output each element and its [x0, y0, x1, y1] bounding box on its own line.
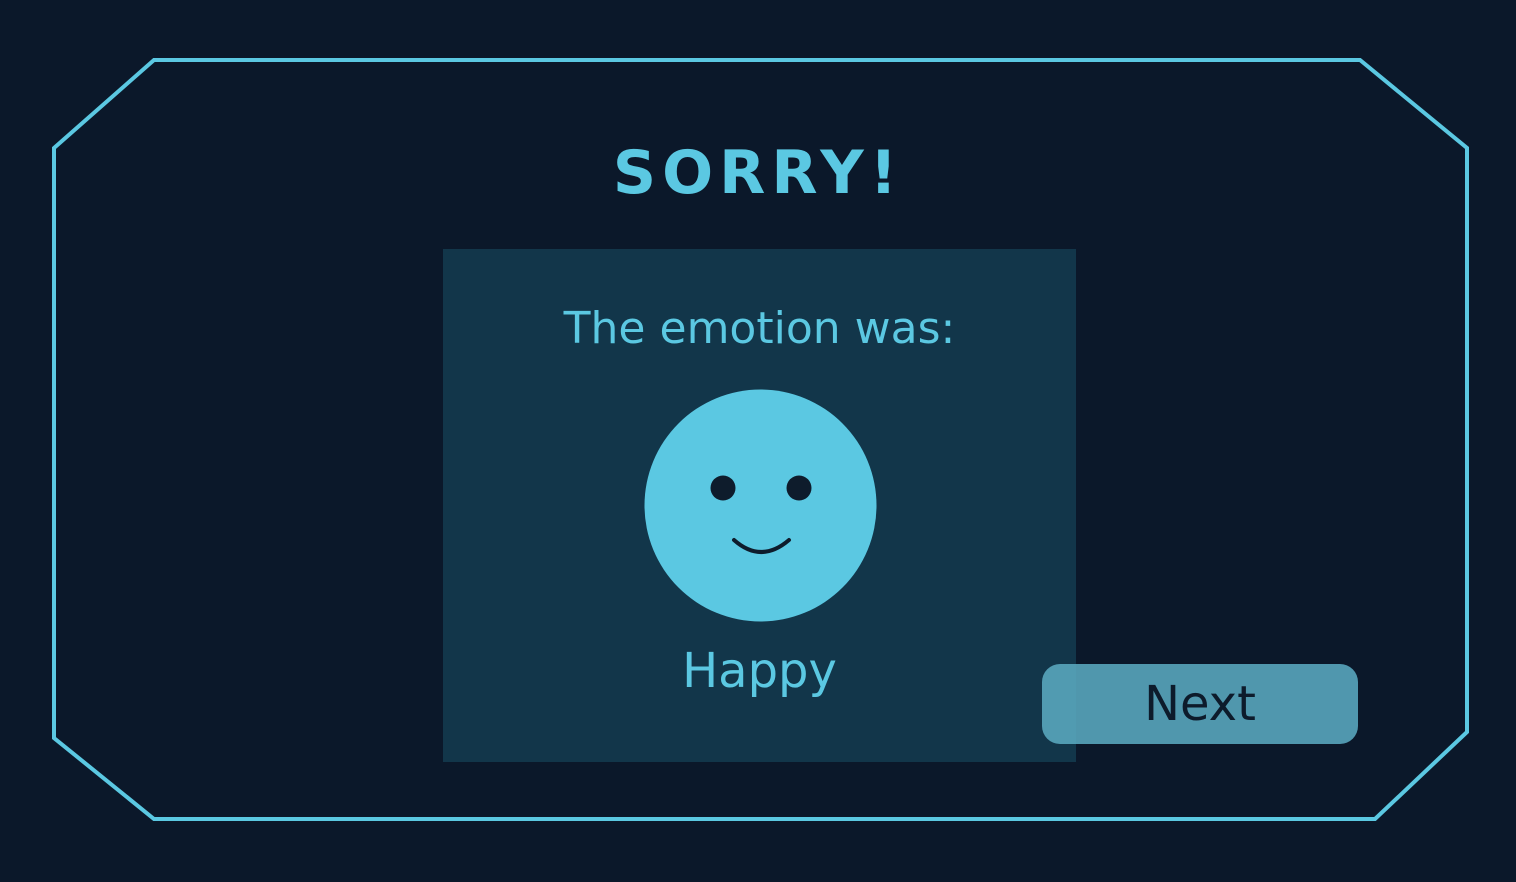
next-button-label: Next — [1144, 676, 1256, 732]
emotion-label: Happy — [682, 643, 837, 699]
result-panel: The emotion was: Happy — [443, 249, 1076, 762]
next-button[interactable]: Next — [1042, 664, 1358, 744]
emotion-prompt: The emotion was: — [563, 303, 956, 354]
smiley-face-icon — [644, 389, 877, 622]
result-title: SORRY! — [612, 138, 904, 208]
